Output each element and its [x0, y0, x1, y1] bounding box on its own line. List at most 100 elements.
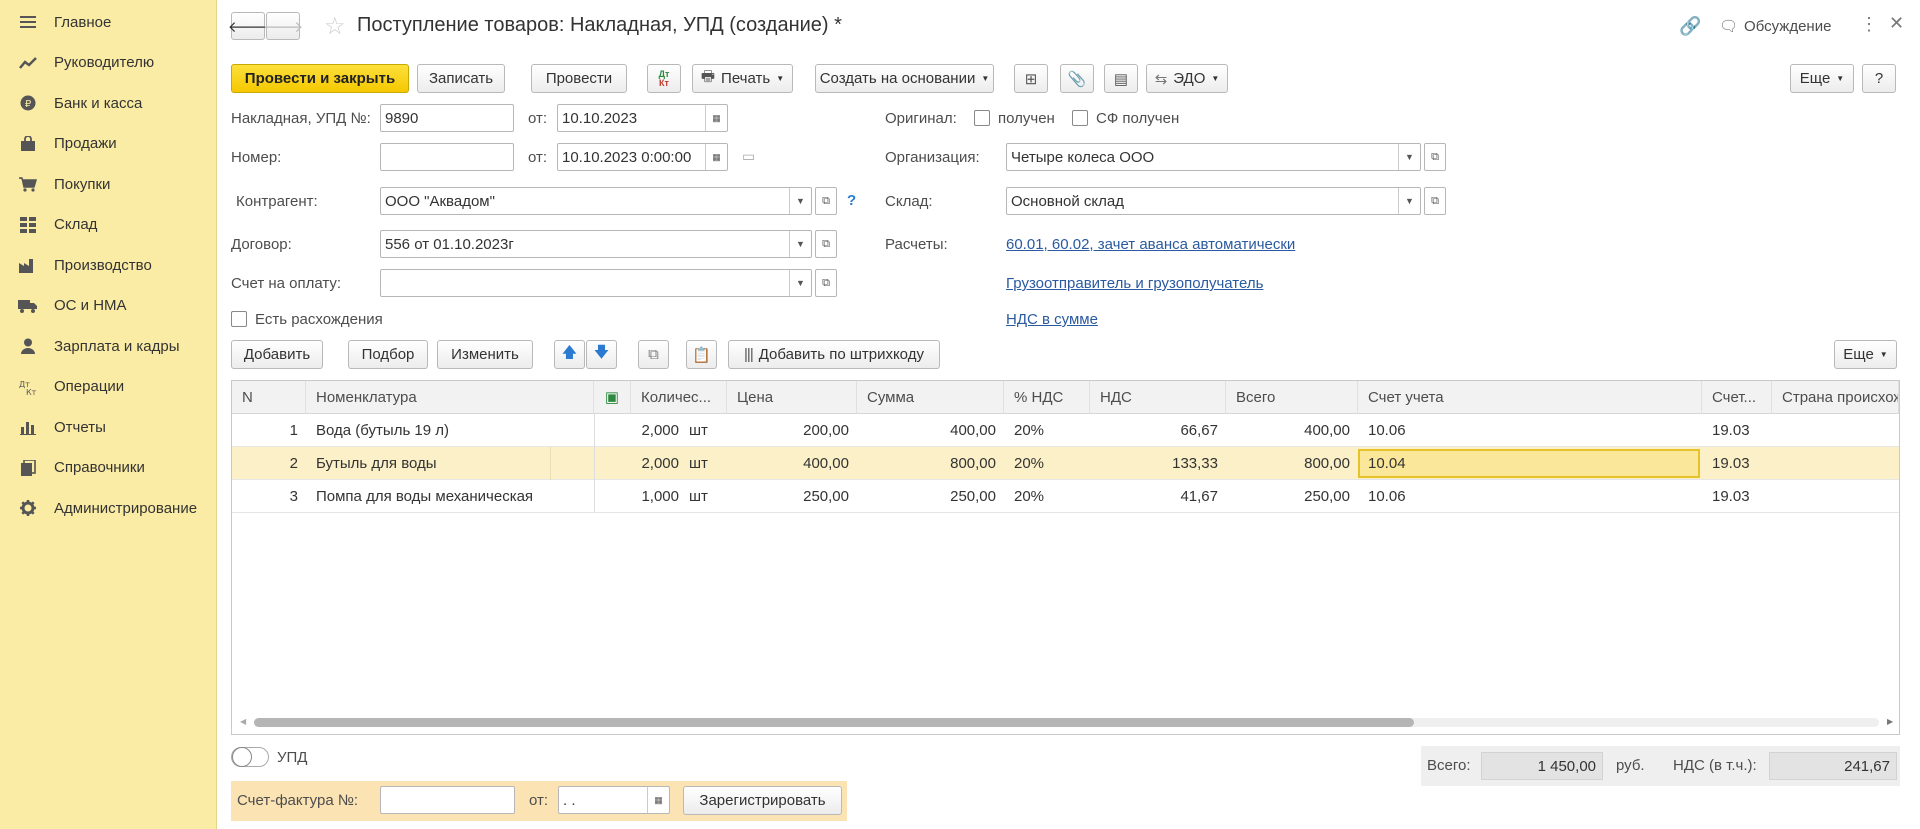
contract-field[interactable]: 556 от 01.10.2023г ▼	[380, 230, 812, 258]
sidebar-item-purchases[interactable]: Покупки	[0, 164, 216, 205]
invoice-date-field[interactable]: 10.10.2023 ▦	[557, 104, 728, 132]
open-warehouse-button[interactable]: ⧉	[1424, 187, 1446, 215]
forward-button[interactable]: 🡒	[263, 12, 303, 40]
chevron-down-icon[interactable]: ▼	[789, 231, 811, 257]
post-button[interactable]: Провести	[531, 64, 627, 93]
sidebar-item-bank[interactable]: ₽ Банк и касса	[0, 83, 216, 124]
table-row[interactable]: 3 Помпа для воды механическая 1,000 шт 2…	[232, 480, 1899, 513]
edo-button[interactable]: ⇆ ЭДО ▼	[1146, 64, 1228, 93]
dt-kt-button[interactable]: Дт Кт	[647, 64, 681, 93]
calendar-icon[interactable]: ▦	[647, 787, 669, 813]
paste-row-button[interactable]: 📋	[686, 340, 717, 369]
chevron-down-icon[interactable]: ▼	[789, 270, 811, 296]
sidebar-item-catalogs[interactable]: Справочники	[0, 448, 216, 489]
sidebar-item-sales[interactable]: Продажи	[0, 124, 216, 165]
sf-received-checkbox[interactable]	[1072, 110, 1088, 126]
move-down-button[interactable]: 🡇	[586, 340, 617, 369]
organization-field[interactable]: Четыре колеса ООО ▼	[1006, 143, 1421, 171]
bill-field[interactable]: ▼	[380, 269, 812, 297]
column-header-icon[interactable]: ▣	[594, 381, 631, 414]
structure-button[interactable]: ⊞	[1014, 64, 1048, 93]
register-button[interactable]: Зарегистрировать	[683, 786, 842, 815]
upd-toggle[interactable]	[231, 747, 269, 767]
sidebar-item-reports[interactable]: Отчеты	[0, 407, 216, 448]
favorite-star-icon[interactable]: ☆	[324, 12, 346, 41]
chevron-down-icon[interactable]: ▼	[1398, 144, 1420, 170]
scroll-left-icon[interactable]: ◀	[240, 717, 246, 726]
column-header-total[interactable]: Всего	[1226, 381, 1358, 414]
discussion-button[interactable]: 🗨 Обсуждение	[1719, 17, 1831, 36]
payments-link[interactable]: 60.01, 60.02, зачет аванса автоматически	[1006, 236, 1295, 253]
copy-row-button[interactable]: ⧉	[638, 340, 669, 369]
calendar-icon[interactable]: ▦	[705, 144, 727, 170]
column-header-country[interactable]: Страна происхож	[1772, 381, 1899, 414]
invoice-no-field[interactable]: 9890	[380, 104, 514, 132]
keyboard-icon[interactable]: ▭	[742, 148, 755, 165]
received-checkbox[interactable]	[974, 110, 990, 126]
number-date-field[interactable]: 10.10.2023 0:00:00 ▦	[557, 143, 728, 171]
sidebar-item-admin[interactable]: Администрирование	[0, 488, 216, 529]
change-button[interactable]: Изменить	[437, 340, 533, 369]
open-contract-button[interactable]: ⧉	[815, 230, 837, 258]
chevron-down-icon[interactable]: ▼	[789, 188, 811, 214]
sidebar-item-production[interactable]: Производство	[0, 245, 216, 286]
post-and-close-button[interactable]: Провести и закрыть	[231, 64, 409, 93]
attach-button[interactable]: 📎	[1060, 64, 1094, 93]
kebab-menu-icon[interactable]: ⋮	[1860, 14, 1878, 35]
open-counterparty-button[interactable]: ⧉	[815, 187, 837, 215]
create-based-on-button[interactable]: Создать на основании ▼	[815, 64, 994, 93]
question-mark-icon[interactable]: ?	[847, 192, 856, 209]
table-more-button[interactable]: Еще ▼	[1834, 340, 1897, 369]
column-header-price[interactable]: Цена	[727, 381, 857, 414]
sf-date-field[interactable]: . . ▦	[558, 786, 670, 814]
open-bill-button[interactable]: ⧉	[815, 269, 837, 297]
column-header-sum[interactable]: Сумма	[857, 381, 1004, 414]
column-header-vat-account[interactable]: Счет...	[1702, 381, 1772, 414]
column-header-nomenclature[interactable]: Номенклатура	[306, 381, 594, 414]
chevron-down-icon[interactable]: ▼	[1398, 188, 1420, 214]
horizontal-scrollbar[interactable]	[254, 718, 1879, 727]
sidebar-item-main[interactable]: Главное	[0, 2, 216, 43]
print-button[interactable]: 🖶 Печать ▼	[692, 64, 793, 93]
scrollbar-thumb[interactable]	[254, 718, 1414, 727]
sidebar-item-assets[interactable]: ОС и НМА	[0, 286, 216, 327]
report-button[interactable]: ▤	[1104, 64, 1138, 93]
vat-in-sum-link[interactable]: НДС в сумме	[1006, 311, 1098, 328]
row-price: 400,00	[803, 455, 849, 472]
sidebar-item-salary[interactable]: Зарплата и кадры	[0, 326, 216, 367]
cell-divider	[594, 414, 595, 447]
discrepancy-checkbox[interactable]	[231, 311, 247, 327]
move-up-button[interactable]: 🡅	[554, 340, 585, 369]
save-button[interactable]: Записать	[417, 64, 505, 93]
scroll-right-icon[interactable]: ▶	[1887, 717, 1893, 726]
open-organization-button[interactable]: ⧉	[1424, 143, 1446, 171]
help-button[interactable]: ?	[1862, 64, 1896, 93]
row-sum: 400,00	[950, 422, 996, 439]
calendar-icon[interactable]: ▦	[705, 105, 727, 131]
column-header-vat-rate[interactable]: % НДС	[1004, 381, 1090, 414]
add-by-barcode-button[interactable]: ||| Добавить по штрихкоду	[728, 340, 940, 369]
row-account-active-cell[interactable]: 10.04	[1358, 449, 1700, 478]
column-header-n[interactable]: N	[232, 381, 306, 414]
warehouse-field[interactable]: Основной склад ▼	[1006, 187, 1421, 215]
column-header-quantity[interactable]: Количес...	[631, 381, 727, 414]
more-button[interactable]: Еще ▼	[1790, 64, 1854, 93]
link-icon[interactable]: 🔗	[1679, 16, 1701, 37]
sidebar-item-warehouse[interactable]: Склад	[0, 205, 216, 246]
sidebar-item-operations[interactable]: Дт Кт Операции	[0, 367, 216, 408]
close-icon[interactable]: ✕	[1889, 13, 1904, 34]
table-row[interactable]: 1 Вода (бутыль 19 л) 2,000 шт 200,00 400…	[232, 414, 1899, 447]
sf-number-field[interactable]	[380, 786, 515, 814]
sidebar-item-manager[interactable]: Руководителю	[0, 43, 216, 84]
table-row[interactable]: 2 Бутыль для воды 2,000 шт 400,00 800,00…	[232, 447, 1899, 480]
shipper-link[interactable]: Грузоотправитель и грузополучатель	[1006, 275, 1263, 292]
column-header-account[interactable]: Счет учета	[1358, 381, 1702, 414]
ruble-coin-icon: ₽	[18, 93, 38, 113]
counterparty-field[interactable]: ООО "Аквадом" ▼	[380, 187, 812, 215]
sidebar-item-label: Склад	[54, 216, 98, 234]
number-field[interactable]	[380, 143, 514, 171]
add-row-button[interactable]: Добавить	[231, 340, 323, 369]
back-button[interactable]: 🡐	[228, 12, 268, 40]
pick-button[interactable]: Подбор	[348, 340, 428, 369]
column-header-vat[interactable]: НДС	[1090, 381, 1226, 414]
